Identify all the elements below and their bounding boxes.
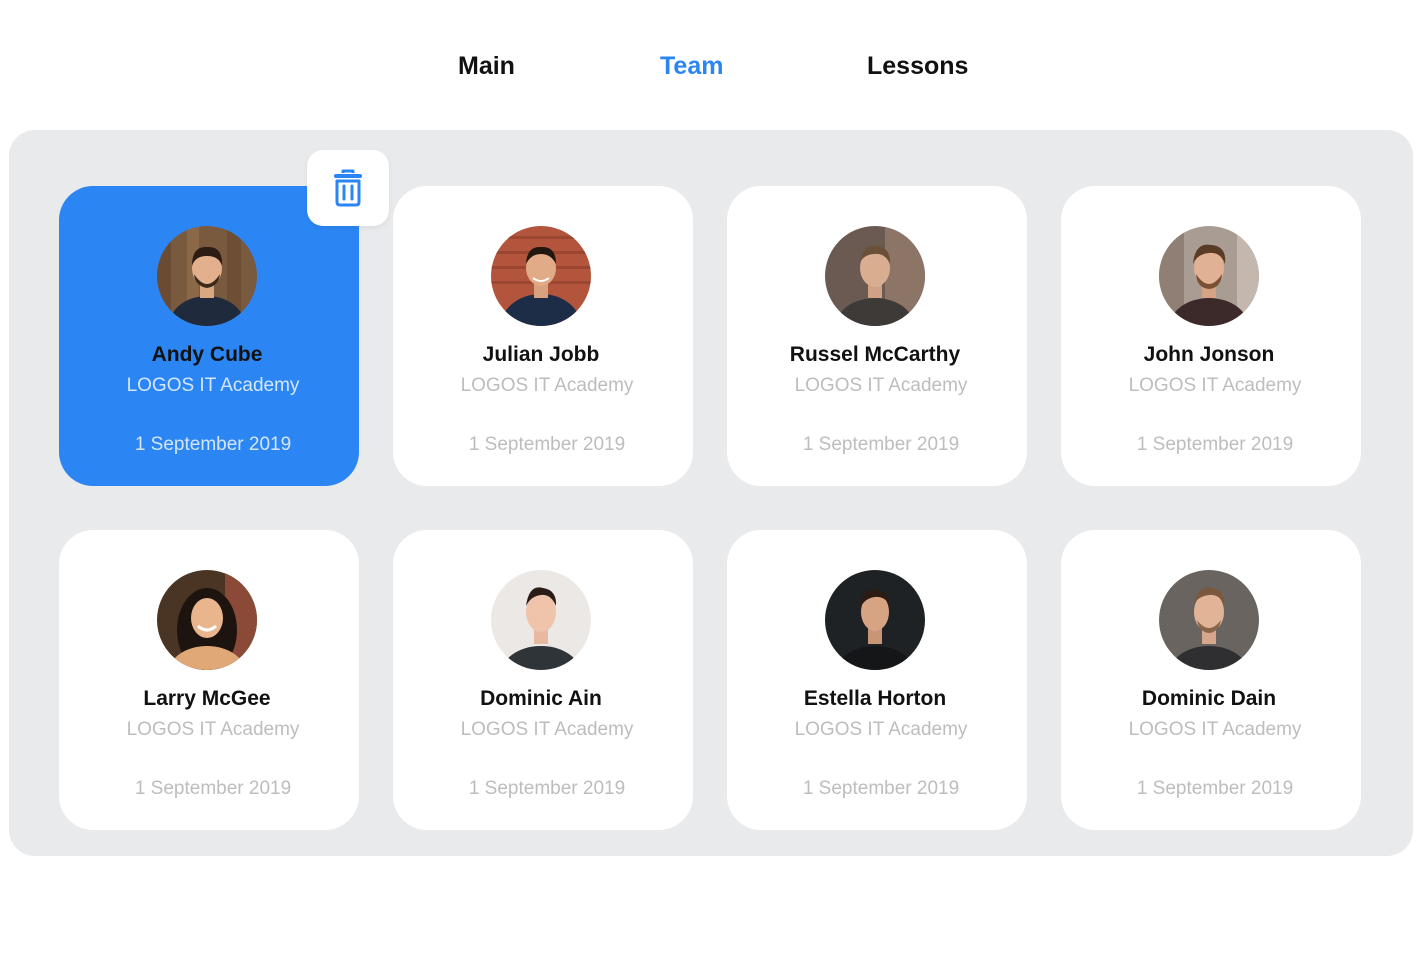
member-org: LOGOS IT Academy [126, 375, 300, 396]
member-date: 1 September 2019 [134, 434, 292, 455]
team-card[interactable]: Russel McCarthy LOGOS IT Academy 1 Septe… [727, 186, 1027, 486]
avatar [157, 226, 257, 326]
top-nav: Main Team Lessons [0, 52, 1421, 88]
avatar [825, 570, 925, 670]
team-card[interactable]: John Jonson LOGOS IT Academy 1 September… [1061, 186, 1361, 486]
member-name: Julian Jobb [482, 343, 600, 366]
member-org: LOGOS IT Academy [794, 375, 968, 396]
avatar [491, 226, 591, 326]
member-date: 1 September 2019 [468, 434, 626, 455]
nav-main[interactable]: Main [458, 52, 515, 81]
team-card[interactable]: Julian Jobb LOGOS IT Academy 1 September… [393, 186, 693, 486]
member-name: Estella Horton [803, 687, 947, 710]
member-date: 1 September 2019 [1136, 434, 1294, 455]
member-date: 1 September 2019 [1136, 778, 1294, 799]
member-date: 1 September 2019 [134, 778, 292, 799]
member-date: 1 September 2019 [802, 434, 960, 455]
team-card[interactable]: Andy Cube LOGOS IT Academy 1 September 2… [59, 186, 359, 486]
member-name: Dominic Dain [1141, 687, 1277, 710]
avatar [491, 570, 591, 670]
nav-lessons[interactable]: Lessons [867, 52, 968, 81]
team-card[interactable]: Estella Horton LOGOS IT Academy 1 Septem… [727, 530, 1027, 830]
member-org: LOGOS IT Academy [1128, 719, 1302, 740]
member-name: Russel McCarthy [789, 343, 961, 366]
team-card[interactable]: Dominic Dain LOGOS IT Academy 1 Septembe… [1061, 530, 1361, 830]
avatar [825, 226, 925, 326]
member-name: John Jonson [1143, 343, 1275, 366]
member-org: LOGOS IT Academy [460, 719, 634, 740]
member-name: Larry McGee [143, 687, 271, 710]
member-org: LOGOS IT Academy [460, 375, 634, 396]
nav-team[interactable]: Team [660, 52, 723, 81]
team-card[interactable]: Dominic Ain LOGOS IT Academy 1 September… [393, 530, 693, 830]
member-org: LOGOS IT Academy [126, 719, 300, 740]
avatar [1159, 226, 1259, 326]
avatar [1159, 570, 1259, 670]
team-card[interactable]: Larry McGee LOGOS IT Academy 1 September… [59, 530, 359, 830]
member-org: LOGOS IT Academy [1128, 375, 1302, 396]
member-name: Andy Cube [151, 343, 263, 366]
team-panel: Andy Cube LOGOS IT Academy 1 September 2… [9, 130, 1413, 856]
member-org: LOGOS IT Academy [794, 719, 968, 740]
member-date: 1 September 2019 [468, 778, 626, 799]
member-name: Dominic Ain [480, 687, 602, 710]
delete-button[interactable] [307, 150, 389, 226]
member-date: 1 September 2019 [802, 778, 960, 799]
trash-icon [334, 169, 362, 207]
avatar [157, 570, 257, 670]
